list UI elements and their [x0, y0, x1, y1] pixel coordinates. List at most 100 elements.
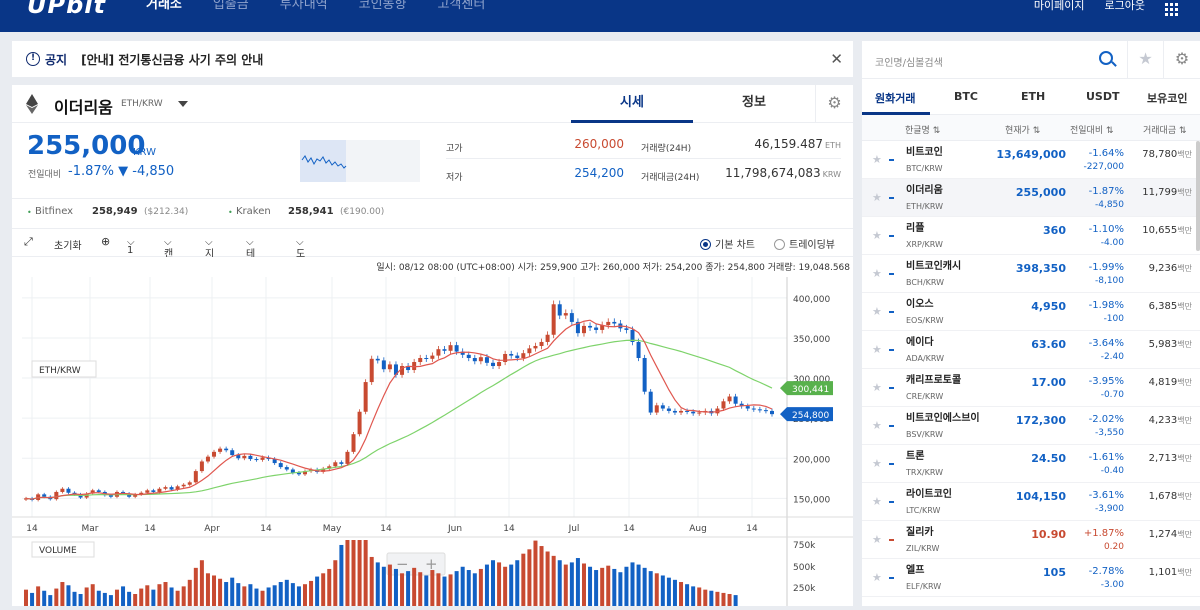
coin-row[interactable]: ★ 비트코인캐시 BCH/KRW 398,350 -1.99% -8,100 9,236백만 [862, 255, 1200, 293]
coin-row[interactable]: ★ 엘프 ELF/KRW 105 -2.78% -3.00 1,101백만 [862, 559, 1200, 597]
coin-name[interactable]: 이더리움 [54, 94, 113, 118]
tab-eth[interactable]: ETH [1021, 90, 1045, 103]
star-icon[interactable]: ★ [872, 495, 882, 508]
market-tabs: 원화거래 BTC ETH USDT 보유코인 [862, 79, 1200, 115]
list-scrollbar[interactable] [1196, 141, 1200, 251]
close-icon[interactable]: ✕ [830, 50, 843, 68]
notice-text[interactable]: [안내] 전기통신금융 사기 주의 안내 [81, 51, 263, 68]
volume-bar [624, 566, 629, 606]
search-icon[interactable] [1099, 51, 1113, 65]
coin-row-pair: ETH/KRW [906, 202, 944, 211]
volume-bar [66, 585, 71, 606]
volume-bar [539, 546, 544, 606]
star-icon[interactable]: ★ [872, 229, 882, 242]
volume-24h: 46,159.487 ETH [754, 137, 841, 151]
coin-row[interactable]: ★ 비트코인에스브이 BSV/KRW 172,300 -2.02% -3,550 4,233… [862, 407, 1200, 445]
chevron-down-icon[interactable] [178, 101, 188, 107]
coin-row[interactable]: ★ 질리카 ZIL/KRW 10.90 +1.87% 0.20 1,274백만 [862, 521, 1200, 559]
star-icon[interactable]: ★ [872, 305, 882, 318]
tab-krw[interactable]: 원화거래 [875, 90, 915, 106]
nav-investments[interactable]: 투자내역 [280, 0, 328, 15]
tool-select[interactable]: 도구⌵ [296, 237, 305, 275]
change-label: 전일대비 [28, 170, 62, 180]
reset-button[interactable]: 초기화 [54, 237, 82, 252]
nav-support[interactable]: 고객센터 [437, 0, 485, 15]
gear-icon[interactable]: ⚙ [815, 85, 853, 123]
star-icon[interactable]: ★ [872, 419, 882, 432]
candle-body [151, 490, 156, 492]
coin-row[interactable]: ★ 에이다 ADA/KRW 63.60 -3.64% -2.40 5,983백만 [862, 331, 1200, 369]
star-icon[interactable]: ★ [1127, 41, 1163, 79]
candle-body [424, 358, 429, 360]
mini-trend-icon [889, 539, 894, 541]
candle-body [442, 349, 447, 351]
candle-body [351, 434, 356, 452]
mypage-link[interactable]: 마이페이지 [1034, 0, 1085, 16]
nav-exchange[interactable]: 거래소 [146, 0, 182, 15]
tab-market-price[interactable]: 시세 [571, 85, 693, 123]
x-axis-tick: May [323, 524, 342, 534]
coin-row[interactable]: ★ 라이트코인 LTC/KRW 104,150 -3.61% -3,900 1,678백만 [862, 483, 1200, 521]
star-icon[interactable]: ★ [872, 191, 882, 204]
volume-bar [145, 585, 150, 606]
tradingview-radio[interactable]: 트레이딩뷰 [774, 236, 835, 251]
volume-bar [642, 567, 647, 606]
star-icon[interactable]: ★ [872, 533, 882, 546]
col-volume[interactable]: 거래대금 ⇅ [1143, 123, 1187, 136]
candlestick-chart[interactable]: 400,000350,000300,000250,000200,000150,0… [12, 257, 853, 606]
search-input[interactable]: 코인명/심볼검색 [875, 54, 943, 69]
star-icon[interactable]: ★ [872, 343, 882, 356]
ethereum-icon [26, 94, 38, 114]
volume-bar [466, 570, 471, 606]
volume-bar [666, 577, 671, 606]
y-axis-tick: 200,000 [793, 455, 830, 465]
volume-bar [114, 589, 119, 606]
coin-row[interactable]: ★ 이더리움 ETH/KRW 255,000 -1.87% -4,850 11,799백만 [862, 179, 1200, 217]
basic-chart-radio[interactable]: 기본 차트 [700, 236, 755, 251]
candle-body [636, 341, 641, 359]
coin-row[interactable]: ★ 비트코인 BTC/KRW 13,649,000 -1.64% -227,000 78,7… [862, 141, 1200, 179]
coin-row[interactable]: ★ 리플 XRP/KRW 360 -1.10% -4.00 10,655백만 [862, 217, 1200, 255]
candle-body [679, 410, 684, 413]
candle-select[interactable]: 캔들⌵ [164, 237, 173, 275]
volume-bar [424, 575, 429, 606]
coin-row-price: 17.00 [1031, 376, 1066, 389]
coin-row-rate: +1.87% [1083, 528, 1124, 539]
col-name[interactable]: 한글명 ⇅ [905, 123, 940, 136]
tab-usdt[interactable]: USDT [1086, 90, 1120, 103]
period-select[interactable]: 1일⌵ [127, 237, 136, 271]
coin-row-pair: EOS/KRW [906, 316, 944, 325]
coin-row[interactable]: ★ 이오스 EOS/KRW 4,950 -1.98% -100 6,385백만 [862, 293, 1200, 331]
volume-bar [709, 590, 714, 606]
theme-select[interactable]: 테마⌵ [246, 237, 255, 275]
coin-row[interactable]: ★ 트론 TRX/KRW 24.50 -1.61% -0.40 2,713백만 [862, 445, 1200, 483]
coin-row[interactable]: ★ 캐리프로토콜 CRE/KRW 17.00 -3.95% -0.70 4,819백만 [862, 369, 1200, 407]
mini-trend-icon [889, 235, 894, 237]
star-icon[interactable]: ★ [872, 571, 882, 584]
app-grid-icon[interactable] [1165, 3, 1178, 16]
logout-link[interactable]: 로그아웃 [1105, 0, 1145, 16]
nav-deposit[interactable]: 입출금 [213, 0, 249, 15]
upbit-logo[interactable]: UPbit [27, 0, 106, 19]
tab-info[interactable]: 정보 [693, 85, 815, 123]
star-icon[interactable]: ★ [872, 267, 882, 280]
col-change[interactable]: 전일대비 ⇅ [1070, 123, 1114, 136]
col-price[interactable]: 현재가 ⇅ [1005, 123, 1040, 136]
star-icon[interactable]: ★ [872, 457, 882, 470]
volume-bar [345, 540, 350, 606]
expand-icon[interactable]: ⤢ [24, 235, 33, 249]
globe-icon[interactable]: ⊕ [101, 235, 110, 248]
coin-row-rate: -3.95% [1088, 376, 1124, 387]
tab-holdings[interactable]: 보유코인 [1147, 90, 1187, 106]
star-icon[interactable]: ★ [872, 153, 882, 166]
gear-icon[interactable]: ⚙ [1163, 41, 1200, 79]
volume-bar [454, 571, 459, 606]
nav-coin-trends[interactable]: 코인동향 [359, 0, 407, 15]
star-icon[interactable]: ★ [872, 381, 882, 394]
coin-row-name: 트론 [906, 451, 925, 462]
price-chart-area[interactable]: 400,000350,000300,000250,000200,000150,0… [12, 257, 853, 606]
tab-btc[interactable]: BTC [954, 90, 978, 103]
indicator-select[interactable]: 지표⌵ [205, 237, 214, 275]
candle-body [642, 358, 647, 392]
volume-bar [460, 566, 465, 606]
